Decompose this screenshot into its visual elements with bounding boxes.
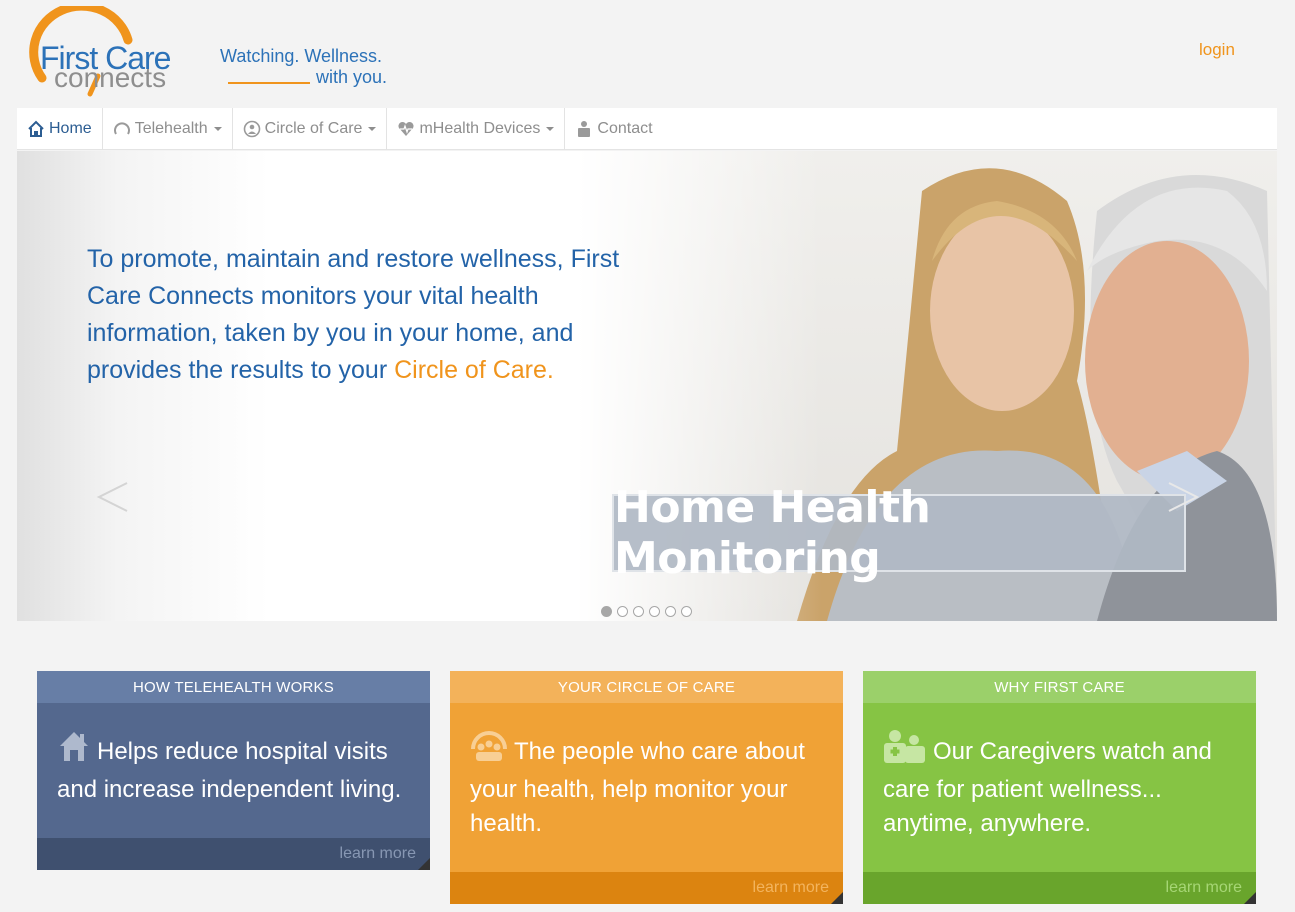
learn-more-link[interactable]: learn more [863,872,1256,904]
carousel-dot[interactable] [617,606,628,617]
nav-item-label: Circle of Care [264,120,363,137]
learn-more-link[interactable]: learn more [450,872,843,904]
carousel-dot[interactable] [665,606,676,617]
nav-item-label: Telehealth [134,120,208,137]
logo-text-connects: connects [54,62,167,93]
chevron-down-icon [213,127,222,131]
hero-text-highlight[interactable]: Circle of Care. [394,356,554,384]
card-text: The people who care about your health, h… [470,738,805,837]
chevron-right-icon [1168,482,1200,512]
card-text: Our Caregivers watch and care for patien… [883,738,1212,837]
tagline-line1: Watching. Wellness. [220,46,383,66]
heart-pulse-icon [397,120,415,138]
card-corner [418,858,430,870]
telehealth-icon [113,120,131,138]
card-how-telehealth-works: HOW TELEHEALTH WORKS Helps reduce hospit… [37,671,430,870]
card-text: Helps reduce hospital visits and increas… [57,738,402,803]
card-your-circle-of-care: YOUR CIRCLE OF CARE The people who care … [450,671,843,904]
tagline-underline [228,82,310,84]
card-body: The people who care about your health, h… [450,703,843,841]
home-icon [27,120,45,138]
nav-item-label: mHealth Devices [419,120,541,137]
nav-item-mhealth-devices[interactable]: mHealth Devices [387,108,566,150]
login-link[interactable]: login [1199,40,1235,60]
family-icon [470,729,508,773]
carousel-dot[interactable] [649,606,660,617]
chevron-left-icon [96,482,128,512]
card-body: Our Caregivers watch and care for patien… [863,703,1256,841]
carousel-next-button[interactable] [1163,477,1203,517]
card-corner [831,892,843,904]
card-corner [1244,892,1256,904]
logo[interactable]: First Care connects [24,6,204,98]
carousel-indicators [601,606,692,617]
nav-item-label: Contact [597,120,653,137]
main-nav: Home Telehealth Circle of Care mHealth D… [17,108,1277,150]
hero-carousel: To promote, maintain and restore wellnes… [17,151,1277,621]
nav-item-contact[interactable]: Contact [565,108,662,150]
nav-item-circle-of-care[interactable]: Circle of Care [233,108,388,150]
card-why-first-care: WHY FIRST CARE Our Caregivers watch and … [863,671,1256,904]
house-icon [57,729,91,773]
card-title: HOW TELEHEALTH WORKS [37,671,430,703]
nav-item-telehealth[interactable]: Telehealth [103,108,233,150]
caregivers-icon [883,729,927,773]
nav-item-home[interactable]: Home [17,108,103,150]
tagline-line2: with you. [316,67,388,87]
carousel-dot[interactable] [681,606,692,617]
card-title: YOUR CIRCLE OF CARE [450,671,843,703]
circle-of-care-icon [243,120,261,138]
carousel-dot[interactable] [633,606,644,617]
card-title: WHY FIRST CARE [863,671,1256,703]
contact-icon [575,120,593,138]
chevron-down-icon [546,127,555,131]
hero-text: To promote, maintain and restore wellnes… [87,241,627,389]
nav-item-label: Home [49,120,92,137]
chevron-down-icon [368,127,377,131]
carousel-dot[interactable] [601,606,612,617]
learn-more-link[interactable]: learn more [37,838,430,870]
carousel-prev-button[interactable] [93,477,133,517]
tagline: Watching. Wellness. with you. [220,46,387,88]
card-body: Helps reduce hospital visits and increas… [37,703,430,807]
hero-banner: Home Health Monitoring [612,482,1186,584]
